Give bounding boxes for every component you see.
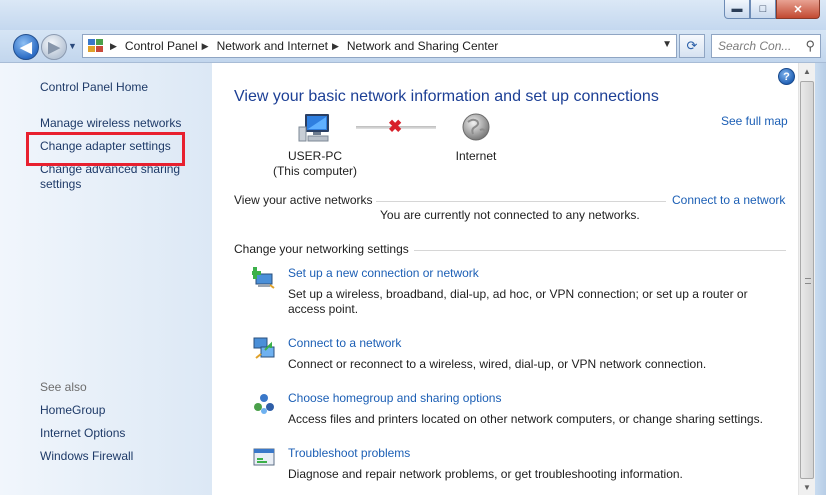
- close-button[interactable]: ✕: [776, 0, 820, 19]
- computer-name-label: USER-PC: [287, 149, 342, 163]
- highlight-box: [26, 132, 185, 166]
- homegroup-sharing-link[interactable]: Choose homegroup and sharing options: [288, 391, 501, 405]
- connect-network-icon[interactable]: [252, 336, 276, 360]
- sidebar-internet-options[interactable]: Internet Options: [40, 426, 125, 441]
- content-area: Control Panel Home Manage wireless netwo…: [0, 62, 826, 495]
- scroll-up-button[interactable]: ▲: [799, 63, 815, 80]
- divider: [414, 250, 786, 251]
- vertical-scrollbar[interactable]: ▲ ▼: [798, 63, 815, 495]
- setup-connection-link[interactable]: Set up a new connection or network: [288, 266, 479, 280]
- breadcrumb-separator-icon[interactable]: ▶: [110, 41, 117, 52]
- internet-label: Internet: [455, 149, 497, 163]
- sidebar-homegroup[interactable]: HomeGroup: [40, 403, 105, 418]
- computer-sub-label: (This computer): [272, 164, 358, 178]
- sidebar-windows-firewall[interactable]: Windows Firewall: [40, 449, 133, 464]
- divider: [376, 201, 666, 202]
- address-bar[interactable]: ▶ Control Panel ▶ Network and Internet ▶…: [82, 34, 677, 58]
- troubleshoot-link[interactable]: Troubleshoot problems: [288, 446, 410, 460]
- recent-pages-button[interactable]: ▼: [68, 41, 77, 51]
- breadcrumb-network-and-sharing-center[interactable]: Network and Sharing Center: [347, 39, 498, 53]
- window-controls: ▬ □ ✕: [724, 0, 820, 19]
- page-title: View your basic network information and …: [234, 88, 659, 105]
- new-connection-icon[interactable]: [252, 265, 276, 289]
- change-settings-heading: Change your networking settings: [234, 242, 409, 256]
- sidebar-manage-wireless-networks[interactable]: Manage wireless networks: [40, 116, 181, 131]
- breadcrumb-network-and-internet[interactable]: Network and Internet: [217, 39, 328, 53]
- disconnected-icon[interactable]: ✖: [388, 117, 402, 137]
- window-titlebar: ▬ □ ✕: [0, 0, 826, 30]
- search-placeholder: Search Con...: [718, 39, 792, 53]
- connect-network-task-link[interactable]: Connect to a network: [288, 336, 401, 350]
- see-also-label: See also: [40, 380, 87, 394]
- sidebar: Control Panel Home Manage wireless netwo…: [0, 63, 212, 495]
- maximize-button[interactable]: □: [750, 0, 776, 19]
- see-full-map-link[interactable]: See full map: [721, 114, 788, 128]
- scroll-grip-icon: [805, 278, 811, 284]
- computer-icon[interactable]: [298, 113, 334, 143]
- window-border: [815, 63, 826, 495]
- search-icon[interactable]: ⚲: [805, 38, 815, 54]
- breadcrumb-control-panel[interactable]: Control Panel: [125, 39, 198, 53]
- troubleshoot-desc: Diagnose and repair network problems, or…: [288, 467, 683, 481]
- address-dropdown-icon[interactable]: ▼: [662, 39, 672, 50]
- scroll-thumb[interactable]: [800, 81, 814, 479]
- control-panel-icon: [86, 38, 106, 54]
- homegroup-sharing-desc: Access files and printers located on oth…: [288, 412, 763, 426]
- search-input[interactable]: Search Con... ⚲: [711, 34, 821, 58]
- connect-to-network-link[interactable]: Connect to a network: [672, 193, 785, 207]
- troubleshoot-icon[interactable]: [252, 446, 276, 470]
- internet-globe-icon[interactable]: [461, 112, 491, 142]
- forward-button[interactable]: ▶: [41, 34, 67, 60]
- sidebar-control-panel-home[interactable]: Control Panel Home: [40, 80, 148, 95]
- navigation-bar: ◀ ▶ ▼ ▶ Control Panel ▶ Network and Inte…: [0, 30, 826, 62]
- not-connected-status: You are currently not connected to any n…: [380, 208, 640, 222]
- sidebar-change-advanced-sharing-settings[interactable]: Change advanced sharing settings: [40, 162, 195, 192]
- help-icon[interactable]: ?: [778, 68, 795, 85]
- connect-network-desc: Connect or reconnect to a wireless, wire…: [288, 357, 707, 371]
- scroll-down-button[interactable]: ▼: [799, 479, 815, 495]
- back-button[interactable]: ◀: [13, 34, 39, 60]
- homegroup-icon[interactable]: [252, 391, 276, 415]
- breadcrumb-separator-icon[interactable]: ▶: [332, 41, 339, 52]
- refresh-button[interactable]: ⟳: [679, 34, 705, 58]
- breadcrumb-separator-icon[interactable]: ▶: [202, 41, 209, 52]
- active-networks-heading: View your active networks: [234, 193, 373, 207]
- minimize-button[interactable]: ▬: [724, 0, 750, 19]
- setup-connection-desc: Set up a wireless, broadband, dial-up, a…: [288, 287, 748, 316]
